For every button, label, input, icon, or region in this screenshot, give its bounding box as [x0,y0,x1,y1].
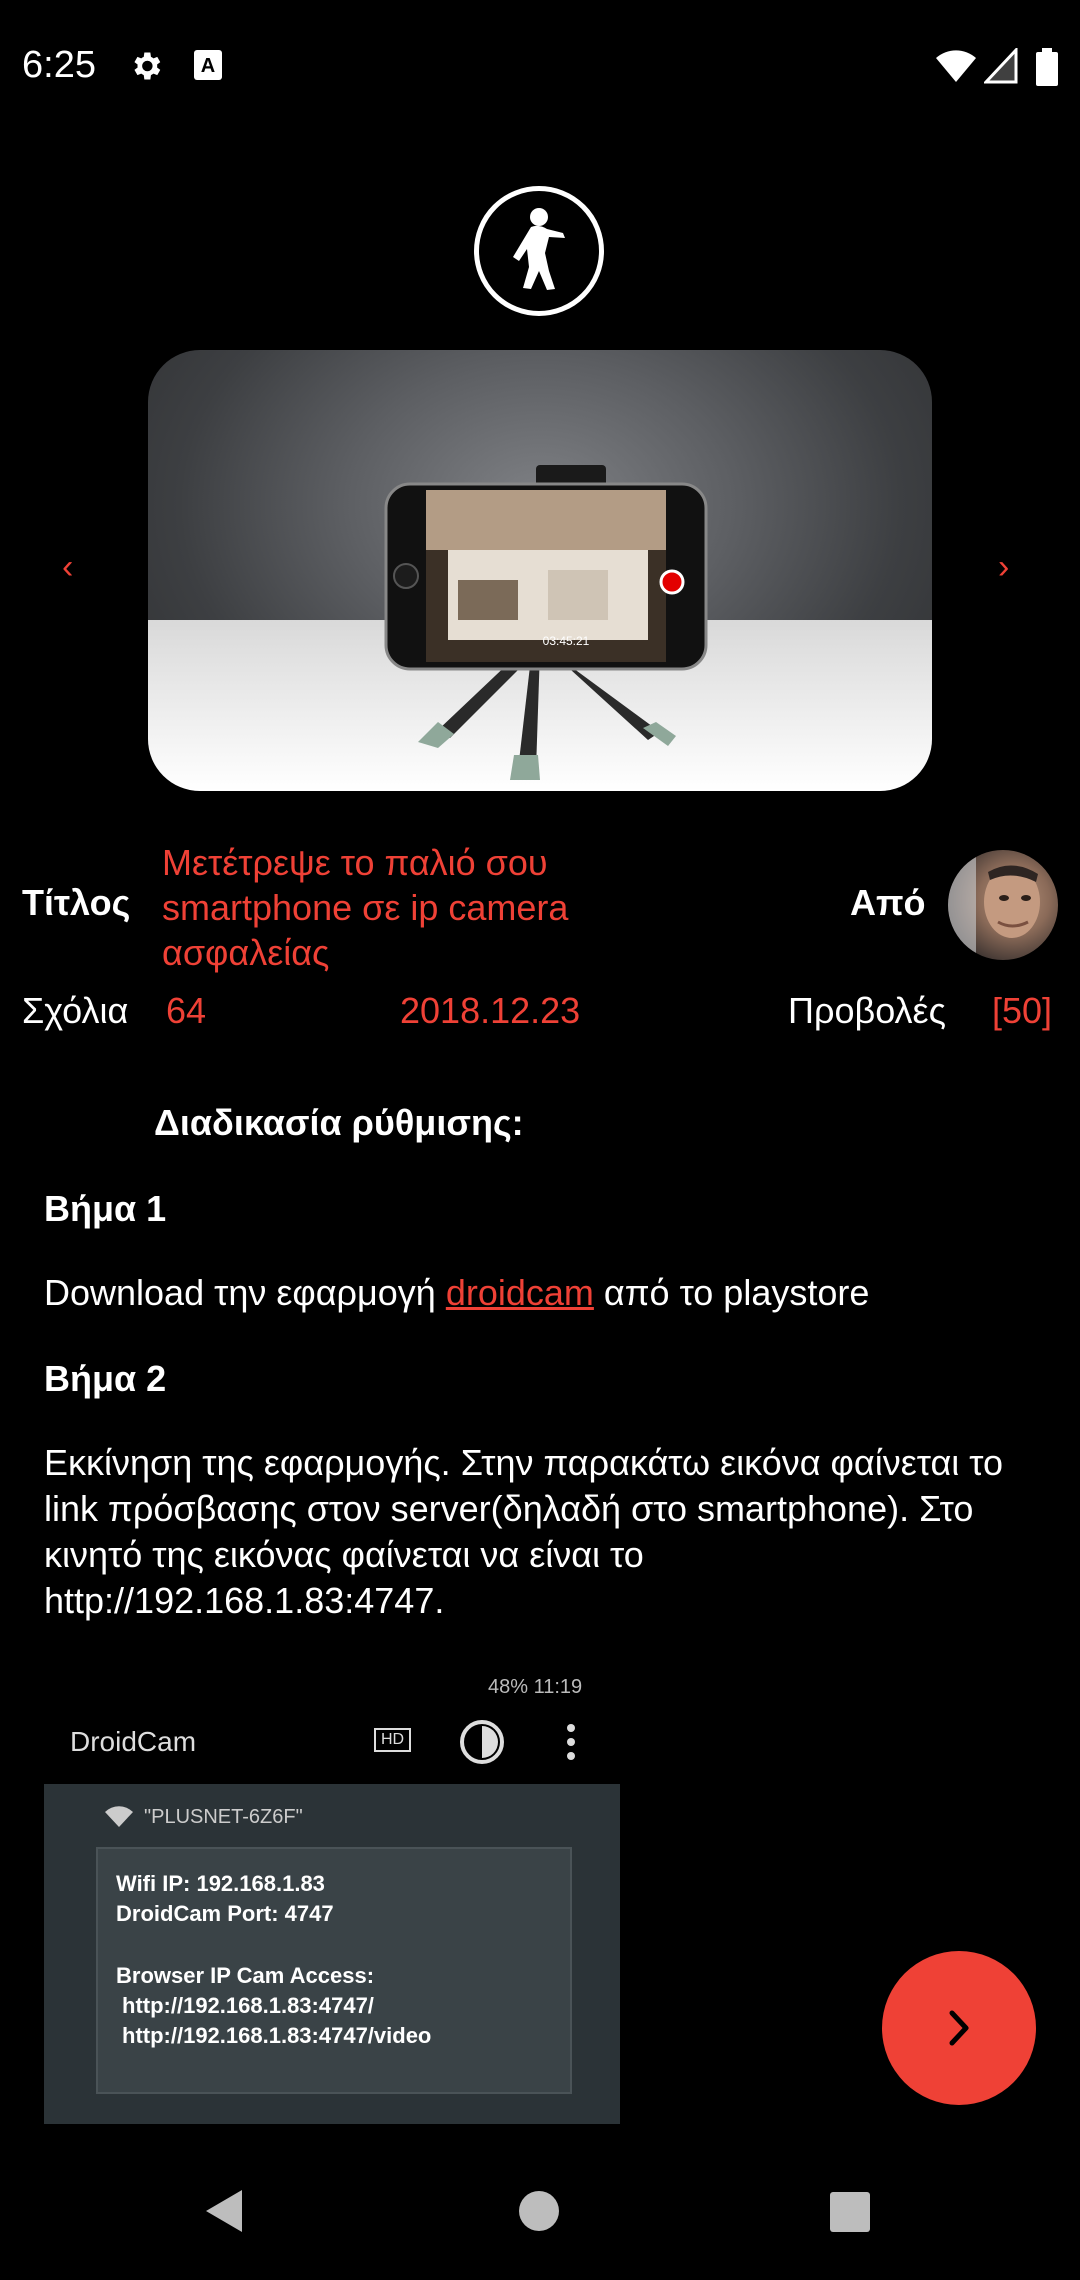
screenshot-header: 48% 11:19 DroidCam HD [44,1662,620,1784]
screenshot-app-title: DroidCam [70,1726,197,1757]
chevron-left-icon[interactable]: ‹ [62,548,73,587]
setup-heading: Διαδικασία ρύθμισης: [154,1102,524,1143]
hero-image[interactable]: 03:45:21 [148,350,932,791]
views-label: Προβολές [788,990,946,1031]
nav-recents-icon[interactable] [830,2192,870,2232]
author-avatar[interactable] [948,850,1058,960]
zombie-logo-icon [474,186,604,316]
wifi-icon [936,50,976,82]
nav-home-icon[interactable] [518,2190,560,2232]
title-label: Τίτλος [22,882,131,923]
svg-text:A: A [201,55,215,77]
avatar-face [948,850,1040,960]
screenshot-status: 48% 11:19 [488,1676,583,1698]
views-count: [50] [992,990,1053,1031]
step1-text-before: Download την εφαρμογή [44,1272,446,1313]
screenshot-url2: http://192.168.1.83:4747/video [122,2023,432,2048]
screenshot-browser-access: Browser IP Cam Access: [116,1963,375,1988]
article-title: Μετέτρεψε το παλιό σου smartphone σε ip … [162,842,569,973]
step1-title: Βήμα 1 [44,1188,167,1229]
chevron-right-icon[interactable]: › [998,548,1009,587]
screenshot-wifi-name: "PLUSNET-6Z6F" [144,1806,303,1828]
status-time: 6:25 [22,44,96,86]
a-keyboard-icon: A [194,50,222,80]
step2-text: Εκκίνηση της εφαρμογής. Στην παρακάτω ει… [44,1442,1003,1621]
droidcam-link[interactable]: droidcam [446,1272,594,1313]
phone-on-tripod-illustration: 03:45:21 [384,465,708,780]
next-fab-button[interactable] [882,1951,1036,2105]
step1-text-after: από το playstore [593,1272,870,1313]
step2-title: Βήμα 2 [44,1358,167,1399]
more-vert-icon [567,1724,575,1760]
comments-count[interactable]: 64 [166,990,206,1032]
signal-icon [984,48,1018,84]
comments-label: Σχόλια [22,990,129,1031]
battery-icon [1036,48,1058,86]
droidcam-screenshot: 48% 11:19 DroidCam HD "PLUSNET-6Z6F" Wif… [44,1662,620,2124]
screenshot-wifi-ip: Wifi IP: 192.168.1.83 [116,1871,325,1896]
screenshot-url1: http://192.168.1.83:4747/ [122,1993,374,2018]
contrast-icon [460,1720,504,1764]
gear-icon [134,52,161,80]
nav-back-icon[interactable] [204,2188,244,2234]
fab-chevron-right-icon [949,2010,969,2046]
status-bar: 6:25 A [0,0,1080,135]
navigation-bar [0,2140,1080,2280]
author-label: Από [850,882,926,923]
screenshot-wifi-icon [105,1806,133,1827]
svg-text:03:45:21: 03:45:21 [543,634,590,648]
screenshot-info-box: Wifi IP: 192.168.1.83 DroidCam Port: 474… [96,1847,572,2094]
step1-text: Download την εφαρμογή droidcam από το pl… [44,1270,1024,1316]
hd-icon: HD [374,1728,412,1752]
post-date: 2018.12.23 [400,990,581,1031]
screenshot-port: DroidCam Port: 4747 [116,1901,334,1926]
